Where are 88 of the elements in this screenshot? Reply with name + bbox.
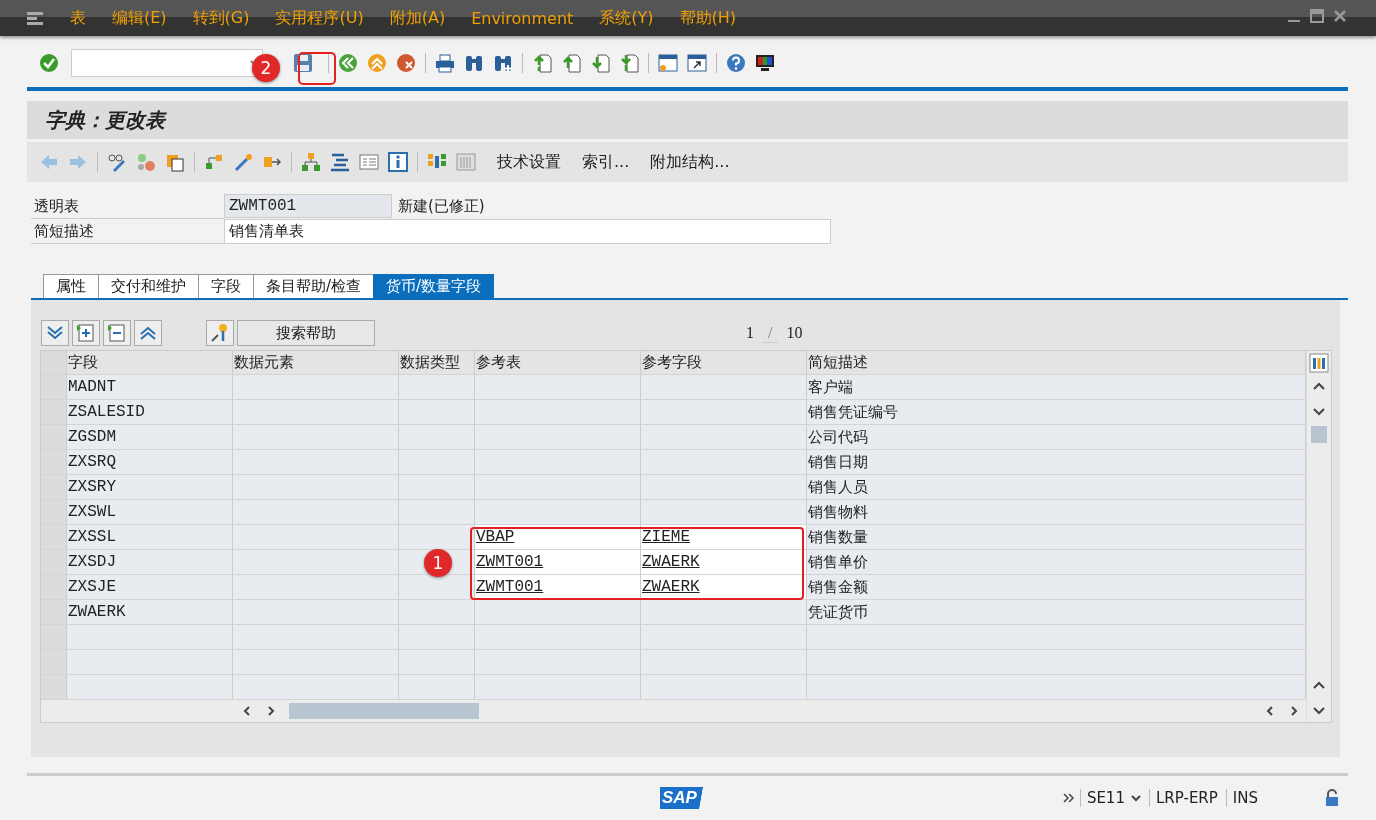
- back-icon[interactable]: [338, 52, 358, 73]
- table-cell: MADNT: [67, 375, 233, 399]
- new-window-icon[interactable]: [658, 52, 678, 73]
- input-field[interactable]: 销售清单表: [223, 219, 831, 244]
- scrollbar-thumb[interactable]: [289, 703, 479, 719]
- deselect-all-icon[interactable]: [134, 320, 162, 346]
- toolbar-button[interactable]: 附加结构...: [650, 151, 730, 173]
- align-icon[interactable]: [330, 152, 350, 172]
- table-cell: ZXSRY: [67, 475, 233, 499]
- column-header[interactable]: 参考表: [475, 351, 641, 374]
- expand-icon[interactable]: [1061, 792, 1074, 804]
- input-field: ZWMT001: [224, 194, 392, 218]
- table-cell: ZXSWL: [67, 500, 233, 524]
- input-cell[interactable]: ZWMT001: [475, 575, 641, 599]
- tab[interactable]: 属性: [43, 274, 99, 298]
- info-icon[interactable]: [388, 152, 408, 172]
- column-header[interactable]: 数据元素: [233, 351, 399, 374]
- page-number: 1: [746, 324, 754, 342]
- pencil-glasses-icon[interactable]: [107, 152, 127, 172]
- table-cell: ZGSDM: [67, 425, 233, 449]
- highlight-frame: [298, 52, 336, 85]
- tab[interactable]: 字段: [198, 274, 254, 298]
- print-icon[interactable]: [435, 52, 455, 73]
- input-cell[interactable]: ZWAERK: [641, 575, 807, 599]
- command-field[interactable]: [71, 48, 263, 77]
- menu-item[interactable]: 转到(G): [192, 7, 250, 29]
- tab[interactable]: 条目帮助/检查: [253, 274, 375, 298]
- table-cell: ZXSDJ: [67, 550, 233, 574]
- page-down-icon[interactable]: [590, 52, 610, 73]
- table-cell: ZXSJE: [67, 575, 233, 599]
- column-header[interactable]: 参考字段: [641, 351, 807, 374]
- menu-item[interactable]: 编辑(E): [112, 7, 167, 29]
- circles-icon[interactable]: [136, 152, 156, 172]
- table-cell: ZSALESID: [67, 400, 233, 424]
- maximize-icon[interactable]: [1309, 9, 1325, 23]
- copy-icon[interactable]: [165, 152, 185, 172]
- magic-wand-icon[interactable]: [233, 152, 253, 172]
- hierarchy-icon[interactable]: [204, 152, 224, 172]
- page-up-first-icon[interactable]: [532, 52, 552, 73]
- shortcut-icon[interactable]: [687, 52, 707, 73]
- screen-title: 字典：更改表: [45, 106, 165, 134]
- menu-item[interactable]: 帮助(H): [679, 7, 737, 29]
- tab[interactable]: 货币/数量字段: [373, 274, 495, 298]
- field-label: 简短描述: [31, 219, 224, 244]
- menu-item[interactable]: 表: [70, 7, 86, 29]
- menu-item[interactable]: 附加(A): [389, 7, 446, 29]
- key-icon[interactable]: [206, 320, 234, 346]
- close-icon[interactable]: [1332, 9, 1348, 23]
- step-badge: 2: [252, 54, 280, 82]
- table-cell: ZXSSL: [67, 525, 233, 549]
- menu-icon[interactable]: [26, 9, 44, 27]
- delete-row-icon[interactable]: [103, 320, 131, 346]
- input-mode: INS: [1225, 789, 1258, 807]
- toolbar-button[interactable]: 索引...: [582, 151, 630, 173]
- menu-item[interactable]: 系统(Y): [599, 7, 654, 29]
- dropdown-icon[interactable]: [1130, 794, 1141, 802]
- table-cell: ZXSRQ: [67, 450, 233, 474]
- column-settings-icon[interactable]: [1309, 351, 1329, 375]
- check-icon[interactable]: [39, 52, 59, 73]
- table-cell: ZWAERK: [67, 600, 233, 624]
- toolbar-button[interactable]: 技术设置: [497, 151, 561, 173]
- input-cell[interactable]: ZWAERK: [641, 550, 807, 574]
- monitor-icon[interactable]: [755, 52, 775, 73]
- page-up-icon[interactable]: [561, 52, 581, 73]
- help-icon[interactable]: [726, 52, 746, 73]
- scrollbar-thumb[interactable]: [1311, 426, 1327, 443]
- column-header[interactable]: 字段: [67, 351, 233, 374]
- column-header[interactable]: 数据类型: [399, 351, 475, 374]
- exit-icon[interactable]: [367, 52, 387, 73]
- page-separator: /: [762, 323, 779, 343]
- tab[interactable]: 交付和维护: [98, 274, 199, 298]
- structure-icon[interactable]: [301, 152, 321, 172]
- system-name: LRP-ERP: [1148, 789, 1218, 807]
- input-cell[interactable]: VBAP: [475, 525, 641, 549]
- status-text: 新建(已修正): [398, 196, 485, 217]
- lock-icon[interactable]: [1324, 789, 1340, 807]
- page-count: 10: [786, 324, 803, 342]
- list-window-icon[interactable]: [359, 152, 379, 172]
- cancel-icon[interactable]: [396, 52, 416, 73]
- page-down-last-icon[interactable]: [619, 52, 639, 73]
- search-help-button[interactable]: 搜索帮助: [237, 320, 375, 346]
- insert-row-icon[interactable]: [72, 320, 100, 346]
- transaction-code[interactable]: SE11: [1079, 789, 1125, 807]
- select-all-icon[interactable]: [41, 320, 69, 346]
- input-cell[interactable]: ZWMT001: [475, 550, 641, 574]
- input-cell[interactable]: ZIEME: [641, 525, 807, 549]
- menu-item[interactable]: Environment: [471, 8, 574, 28]
- menu-item[interactable]: 实用程序(U): [275, 7, 364, 29]
